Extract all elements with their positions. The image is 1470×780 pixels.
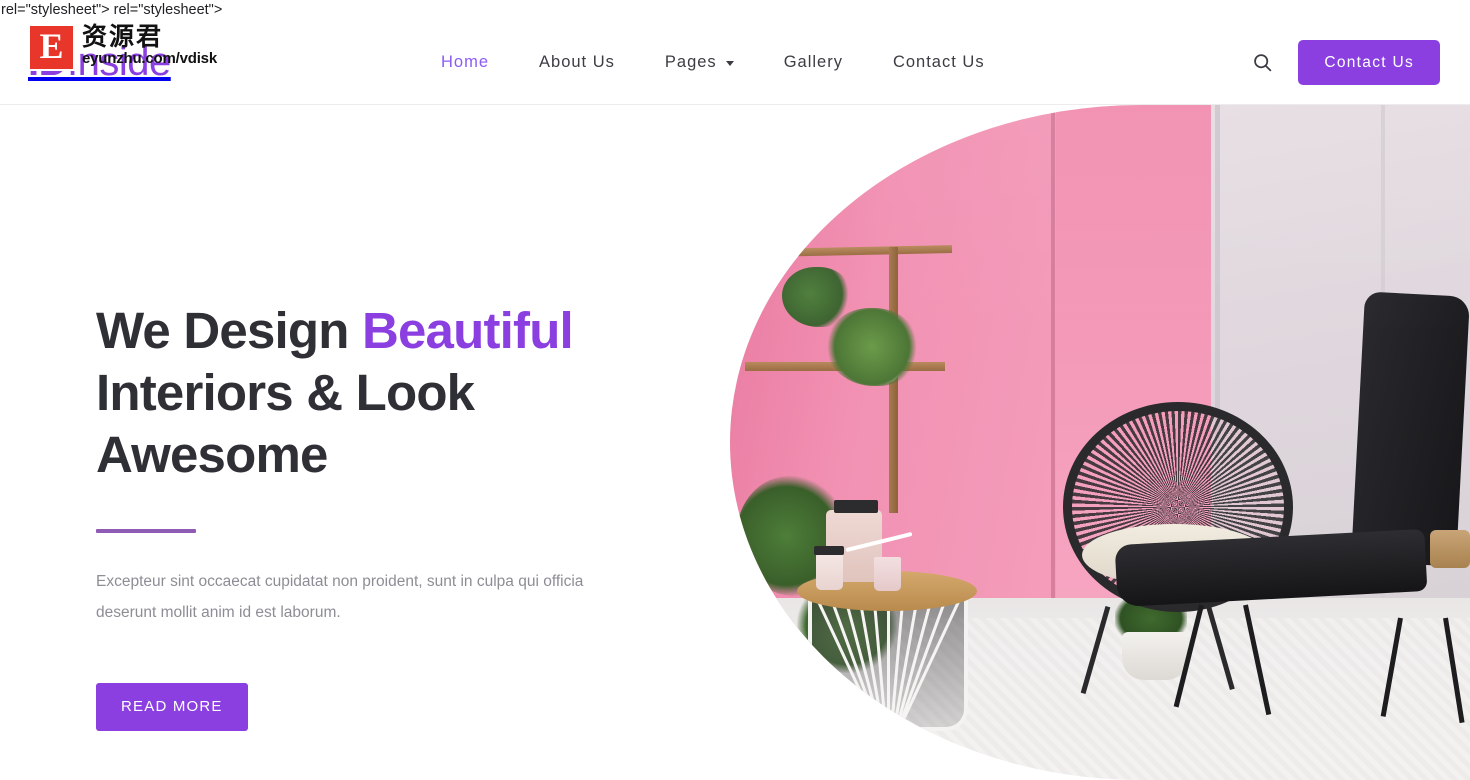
primary-navigation: Home About Us Pages Gallery Contact Us [416, 21, 1010, 105]
brand-logo-link[interactable]: IDInside [28, 20, 171, 104]
hero-image [730, 105, 1470, 780]
nav-label-home: Home [441, 53, 490, 72]
nav-label-contact-us: Contact Us [892, 53, 985, 72]
search-glyph [1254, 54, 1272, 72]
header-actions: Contact Us [1240, 21, 1440, 105]
hero-title-line3: Awesome [96, 426, 328, 484]
chevron-down-icon [725, 61, 734, 66]
hero-title-line2: Interiors & Look [96, 364, 475, 422]
nav-item-contact-us[interactable]: Contact Us [868, 54, 1010, 71]
nav-label-pages: Pages [664, 53, 717, 72]
hero-section: We Design Beautiful Interiors & Look Awe… [0, 105, 1470, 780]
nav-label-about-us: About Us [539, 53, 615, 72]
nav-item-gallery[interactable]: Gallery [759, 54, 868, 71]
hero-read-more-button[interactable]: READ MORE [96, 682, 248, 731]
header-contact-us-button[interactable]: Contact Us [1298, 40, 1440, 85]
brand-word-two: Inside [67, 39, 171, 84]
leaked-markup-strip: rel="stylesheet"> rel="stylesheet"> [0, 0, 1470, 21]
hero-title-line1-accent: Beautiful [361, 302, 574, 359]
hero-paragraph: Excepteur sint occaecat cupidatat non pr… [96, 572, 584, 621]
nav-item-pages[interactable]: Pages [640, 54, 759, 71]
brand-word-one: ID [28, 39, 68, 84]
scene-color-grade [730, 105, 1470, 780]
nav-item-home[interactable]: Home [416, 54, 514, 71]
header-inner: IDInside E 资源君 eyunzhu.com/vdisk Home Ab… [0, 21, 1470, 105]
brand-wordmark: IDInside [28, 42, 171, 82]
search-icon[interactable] [1240, 41, 1284, 85]
nav-item-about-us[interactable]: About Us [514, 54, 640, 71]
nav-label-gallery: Gallery [783, 53, 843, 72]
hero-copy: We Design Beautiful Interiors & Look Awe… [96, 300, 696, 731]
hero-photo-interior-scene [730, 105, 1470, 780]
hero-accent-rule [96, 528, 196, 533]
leaked-markup-text: rel="stylesheet"> rel="stylesheet"> [1, 2, 223, 19]
hero-title: We Design Beautiful Interiors & Look Awe… [96, 300, 696, 487]
site-header: IDInside E 资源君 eyunzhu.com/vdisk Home Ab… [0, 21, 1470, 105]
hero-title-line1-plain: We Design [96, 302, 362, 359]
